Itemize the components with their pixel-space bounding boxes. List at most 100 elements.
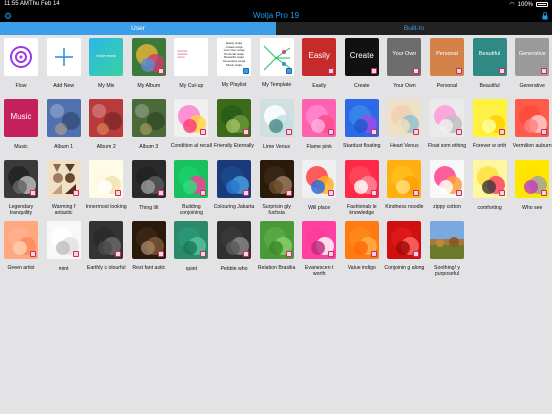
- mix-tile[interactable]: Album 1: [43, 99, 85, 150]
- mix-tile[interactable]: Your Own Your Own: [383, 38, 425, 89]
- mix-thumbnail[interactable]: Personal: [430, 38, 464, 76]
- tab-built-in[interactable]: Built-In: [276, 22, 552, 35]
- mix-thumbnail[interactable]: Your Own: [387, 38, 422, 76]
- mix-thumbnail[interactable]: [344, 99, 379, 137]
- mix-tile[interactable]: Conjoinin g along: [383, 221, 425, 271]
- mix-thumbnail[interactable]: Create: [344, 38, 379, 76]
- mix-tile[interactable]: Easily wotja Create wotja Your Own wotja Pe…: [213, 38, 255, 88]
- mix-tile[interactable]: Heart Venus: [383, 99, 425, 149]
- mix-tile[interactable]: Value indigo: [341, 221, 383, 271]
- mix-thumbnail[interactable]: [174, 160, 209, 198]
- mix-tile[interactable]: Easily Easily: [298, 38, 340, 89]
- mix-tile[interactable]: Album 3: [128, 99, 170, 150]
- mix-tile[interactable]: Album 2: [85, 99, 127, 150]
- mix-tile[interactable]: Relation Brasilia: [256, 221, 298, 271]
- mix-thumbnail[interactable]: [4, 221, 38, 259]
- mix-thumbnail[interactable]: [387, 99, 422, 137]
- mix-tile[interactable]: Music Music: [0, 99, 42, 150]
- mix-tile[interactable]: Building conjoining: [170, 160, 212, 216]
- mix-thumbnail[interactable]: [131, 221, 166, 259]
- mix-tile[interactable]: Will place: [298, 160, 340, 211]
- mix-thumbnail[interactable]: [131, 38, 166, 76]
- mix-tile[interactable]: mint: [43, 221, 85, 272]
- mix-tile[interactable]: Kindness noodle: [383, 160, 425, 210]
- mix-tile[interactable]: Green artist: [0, 221, 42, 271]
- mix-thumbnail[interactable]: [259, 160, 294, 198]
- mix-tile[interactable]: Evanescen t worth: [298, 221, 340, 277]
- mix-tile[interactable]: My Template: [256, 38, 298, 88]
- mix-thumbnail[interactable]: [174, 99, 209, 137]
- mix-tile[interactable]: Thing lilt: [128, 160, 170, 211]
- mix-thumbnail[interactable]: [217, 160, 251, 198]
- mix-thumbnail[interactable]: [131, 160, 166, 198]
- mix-thumbnail[interactable]: [259, 38, 294, 76]
- mix-tile[interactable]: Innermost looking: [85, 160, 127, 210]
- mix-thumbnail[interactable]: [46, 221, 81, 259]
- mix-tile[interactable]: Vermilion auburn: [511, 99, 552, 149]
- tab-user[interactable]: User: [0, 22, 276, 35]
- mix-tile[interactable]: Warming f antastic: [43, 160, 85, 216]
- mix-thumbnail[interactable]: [472, 99, 507, 137]
- mix-tile[interactable]: Surprisin gly fuchsia: [256, 160, 298, 216]
- mix-tile[interactable]: Who see: [511, 160, 552, 211]
- mix-tile[interactable]: Personal Personal: [426, 38, 468, 89]
- mix-thumbnail[interactable]: [4, 160, 38, 198]
- mix-tile[interactable]: Fashionab le knowledge: [341, 160, 383, 216]
- mix-thumbnail[interactable]: [302, 160, 337, 198]
- mix-thumbnail[interactable]: [344, 160, 379, 198]
- mix-tile[interactable]: Condition al recall: [170, 99, 212, 149]
- mix-thumbnail[interactable]: [259, 99, 294, 137]
- mix-thumbnail[interactable]: [89, 99, 124, 137]
- mix-tile[interactable]: My Album: [128, 38, 170, 89]
- mix-tile[interactable]: Flame pink: [298, 99, 340, 150]
- mix-tile[interactable]: Create Create: [341, 38, 383, 89]
- mix-thumbnail[interactable]: [430, 160, 464, 198]
- mix-tile[interactable]: Float som ething: [426, 99, 468, 149]
- mix-tile[interactable]: ≡≡≡≡≡≡≡ ≡≡≡≡≡≡≡ ≡≡≡≡≡ My Cut-up: [170, 38, 212, 89]
- mix-thumbnail[interactable]: [302, 99, 337, 137]
- mix-thumbnail[interactable]: [515, 99, 550, 137]
- mix-tile[interactable]: Earthly c olourful: [85, 221, 127, 271]
- mix-thumbnail[interactable]: [89, 160, 124, 198]
- mix-tile[interactable]: Beautiful Beautiful: [469, 38, 511, 89]
- mix-tile[interactable]: Stardust floating: [341, 99, 383, 149]
- mix-tile[interactable]: Generative Generative: [511, 38, 552, 89]
- mix-thumbnail[interactable]: Easily wotja Create wotja Your Own wotja Pe…: [217, 38, 251, 76]
- mix-thumbnail[interactable]: [259, 221, 294, 259]
- mix-thumbnail[interactable]: Easily: [302, 38, 337, 76]
- mix-tile[interactable]: quiet: [170, 221, 212, 272]
- mix-tile[interactable]: home reveal My Mix: [85, 38, 127, 89]
- mix-thumbnail[interactable]: Generative: [515, 38, 550, 76]
- mix-thumbnail[interactable]: home reveal: [89, 38, 124, 76]
- mix-tile[interactable]: comforting: [469, 160, 511, 211]
- mix-thumbnail[interactable]: [46, 38, 81, 76]
- mix-tile[interactable]: Flow: [0, 38, 42, 89]
- mix-thumbnail[interactable]: [302, 221, 337, 259]
- mix-thumbnail[interactable]: [387, 160, 422, 198]
- mix-thumbnail[interactable]: [387, 221, 422, 259]
- mix-tile[interactable]: Pebble who: [213, 221, 255, 272]
- mix-thumbnail[interactable]: [46, 160, 81, 198]
- mix-thumbnail[interactable]: [4, 38, 38, 76]
- mix-thumbnail[interactable]: [131, 99, 166, 137]
- mix-thumbnail[interactable]: ≡≡≡≡≡≡≡ ≡≡≡≡≡≡≡ ≡≡≡≡≡: [174, 38, 209, 76]
- mix-thumbnail[interactable]: [344, 221, 379, 259]
- mix-tile[interactable]: Legendary tranquility: [0, 160, 42, 216]
- mix-thumbnail[interactable]: Beautiful: [472, 38, 507, 76]
- mix-thumbnail[interactable]: [430, 99, 464, 137]
- mix-tile[interactable]: Rest fant astic: [128, 221, 170, 271]
- mix-tile[interactable]: Friendly Eternally: [213, 99, 255, 149]
- mix-thumbnail[interactable]: [217, 221, 251, 259]
- mix-thumbnail[interactable]: [515, 160, 550, 198]
- mix-thumbnail[interactable]: [430, 221, 464, 259]
- mix-tile[interactable]: Lime Venus: [256, 99, 298, 150]
- mix-tile[interactable]: Forever w orth: [469, 99, 511, 149]
- mix-thumbnail[interactable]: [217, 99, 251, 137]
- mix-tile[interactable]: zippy cotton: [426, 160, 468, 210]
- mix-thumbnail[interactable]: [174, 221, 209, 259]
- mix-tile[interactable]: Soothing! y purposeful: [426, 221, 468, 277]
- mix-tile[interactable]: Colouring Jakarta: [213, 160, 255, 210]
- mix-thumbnail[interactable]: [46, 99, 81, 137]
- mix-thumbnail[interactable]: Music: [4, 99, 38, 137]
- lock-icon[interactable]: [542, 12, 548, 20]
